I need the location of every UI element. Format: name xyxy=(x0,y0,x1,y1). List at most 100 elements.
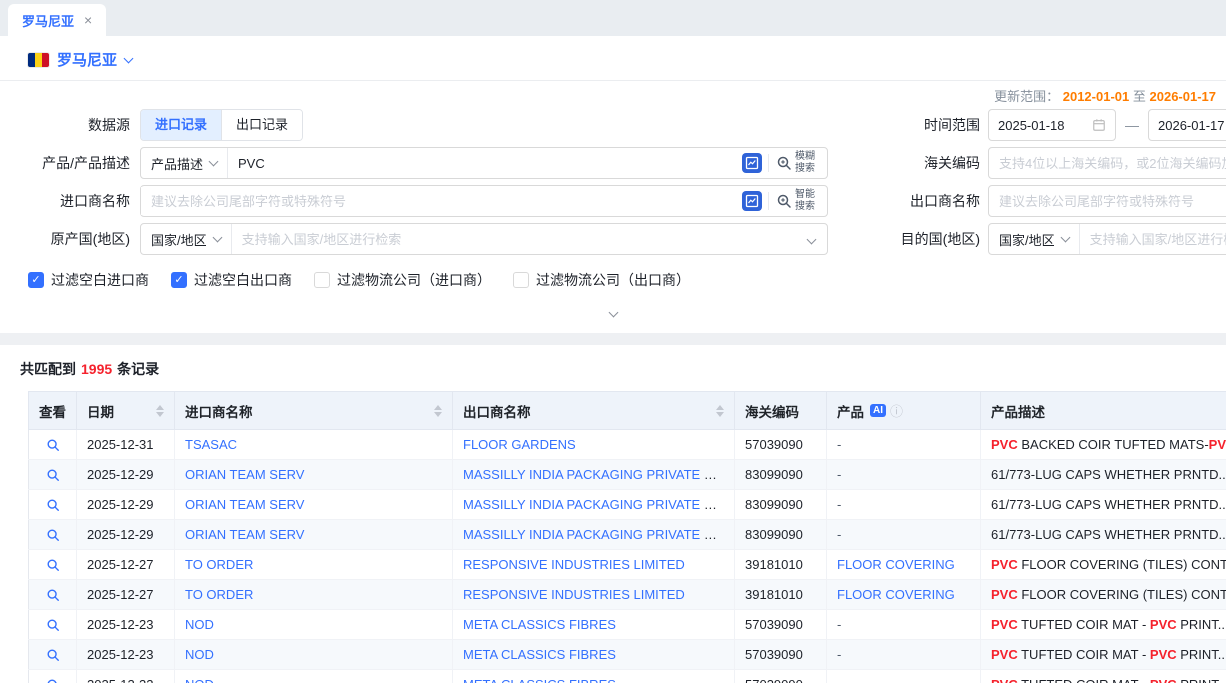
product-value: - xyxy=(837,497,841,512)
update-range: 更新范围： 2012-01-01 至 2026-01-17 xyxy=(0,81,1226,103)
view-record-button[interactable] xyxy=(46,558,60,572)
table-row: 2025-12-23NODMETA CLASSICS FIBRES5703909… xyxy=(29,640,1226,670)
magnifier-icon xyxy=(46,678,60,683)
product-field-select[interactable]: 产品描述 xyxy=(141,148,228,178)
destination-country-label: 目的国(地区) xyxy=(838,229,988,249)
results-table-body: 2025-12-31TSASACFLOOR GARDENS57039090-PV… xyxy=(29,430,1226,683)
importer-link[interactable]: ORIAN TEAM SERV xyxy=(185,527,304,542)
importer-cell: NOD xyxy=(175,610,453,640)
exporter-link[interactable]: MASSILLY INDIA PACKAGING PRIVATE LIMI... xyxy=(463,467,735,482)
importer-link[interactable]: TO ORDER xyxy=(185,557,253,572)
end-date-input[interactable]: 2026-01-17 xyxy=(1148,109,1226,141)
product-cell: - xyxy=(827,490,981,520)
exporter-link[interactable]: FLOOR GARDENS xyxy=(463,437,576,452)
view-record-button[interactable] xyxy=(46,588,60,602)
view-record-button[interactable] xyxy=(46,528,60,542)
view-record-button[interactable] xyxy=(46,498,60,512)
exporter-link[interactable]: RESPONSIVE INDUSTRIES LIMITED xyxy=(463,557,685,572)
view-record-button[interactable] xyxy=(46,468,60,482)
destination-country-input[interactable] xyxy=(1080,225,1226,253)
filter-checkbox[interactable]: ✓过滤空白进口商 xyxy=(28,270,149,290)
date-cell: 2025-12-29 xyxy=(77,490,175,520)
importer-link[interactable]: NOD xyxy=(185,647,214,662)
sort-date-button[interactable] xyxy=(150,405,164,417)
exporter-link[interactable]: MASSILLY INDIA PACKAGING PRIVATE LIMI... xyxy=(463,527,735,542)
product-cell: - xyxy=(827,640,981,670)
product-link[interactable]: FLOOR COVERING xyxy=(837,557,955,572)
destination-country-group: 国家/地区 xyxy=(988,223,1226,255)
smart-search-button[interactable]: 智能搜索 xyxy=(769,189,827,213)
view-record-button[interactable] xyxy=(46,618,60,632)
destination-country-select[interactable]: 国家/地区 xyxy=(989,224,1080,254)
results-table: 查看 日期 进口商名称 出口商名称 海关编码 xyxy=(28,391,1226,683)
update-range-start: 2012-01-01 xyxy=(1063,89,1130,104)
checkbox-checked-icon[interactable]: ✓ xyxy=(171,272,187,288)
results-table-wrap: 查看 日期 进口商名称 出口商名称 海关编码 xyxy=(28,391,1226,683)
collapse-filters-chevron[interactable] xyxy=(592,301,635,321)
exporter-link[interactable]: META CLASSICS FIBRES xyxy=(463,677,616,683)
importer-cell: TO ORDER xyxy=(175,550,453,580)
exporter-link[interactable]: META CLASSICS FIBRES xyxy=(463,647,616,662)
batch-search-icon[interactable] xyxy=(742,191,762,211)
hs-code-cell: 83099090 xyxy=(735,460,827,490)
description-cell: 61/773-LUG CAPS WHETHER PRNTD... xyxy=(981,460,1226,490)
tab-close-icon[interactable]: × xyxy=(84,13,92,27)
exporter-link[interactable]: MASSILLY INDIA PACKAGING PRIVATE LIMI... xyxy=(463,497,735,512)
importer-link[interactable]: TSASAC xyxy=(185,437,237,452)
sort-importer-button[interactable] xyxy=(428,405,442,417)
exporter-name-input[interactable] xyxy=(988,185,1226,217)
column-header-product: 产品 AI ⓘ xyxy=(827,392,981,430)
chevron-down-icon[interactable] xyxy=(807,234,817,244)
column-header-date: 日期 xyxy=(77,392,175,430)
chevron-down-icon[interactable] xyxy=(124,53,134,63)
column-header-exporter: 出口商名称 xyxy=(453,392,735,430)
country-title[interactable]: 罗马尼亚 xyxy=(57,49,117,70)
update-range-label: 更新范围： xyxy=(994,89,1059,104)
importer-link[interactable]: ORIAN TEAM SERV xyxy=(185,467,304,482)
origin-country-select-value: 国家/地区 xyxy=(151,230,207,249)
exporter-link[interactable]: RESPONSIVE INDUSTRIES LIMITED xyxy=(463,587,685,602)
exporter-link[interactable]: META CLASSICS FIBRES xyxy=(463,617,616,632)
origin-country-input[interactable] xyxy=(232,225,804,253)
results-summary: 共匹配到1995条记录 xyxy=(0,359,1226,379)
tab-romania[interactable]: 罗马尼亚 × xyxy=(8,4,106,36)
product-link[interactable]: FLOOR COVERING xyxy=(837,587,955,602)
importer-link[interactable]: NOD xyxy=(185,677,214,683)
data-source-toggle: 进口记录 出口记录 xyxy=(140,109,303,141)
importer-link[interactable]: ORIAN TEAM SERV xyxy=(185,497,304,512)
results-panel: 共匹配到1995条记录 查看 日期 进口商名称 xyxy=(0,345,1226,683)
sort-exporter-button[interactable] xyxy=(710,405,724,417)
view-record-button[interactable] xyxy=(46,678,60,683)
checkbox-unchecked-icon[interactable] xyxy=(513,272,529,288)
start-date-input[interactable]: 2025-01-18 xyxy=(988,109,1116,141)
batch-search-icon[interactable] xyxy=(742,153,762,173)
filter-checkbox[interactable]: 过滤物流公司（进口商） xyxy=(314,270,491,290)
date-cell: 2025-12-23 xyxy=(77,610,175,640)
filter-checkbox[interactable]: ✓过滤空白出口商 xyxy=(171,270,292,290)
fuzzy-search-button[interactable]: 模糊搜索 xyxy=(769,151,827,175)
product-value: - xyxy=(837,617,841,632)
filter-checkbox[interactable]: 过滤物流公司（出口商） xyxy=(513,270,690,290)
origin-country-select[interactable]: 国家/地区 xyxy=(141,224,232,254)
view-record-button[interactable] xyxy=(46,438,60,452)
export-records-button[interactable]: 出口记录 xyxy=(221,110,302,140)
checkbox-unchecked-icon[interactable] xyxy=(314,272,330,288)
exporter-cell: RESPONSIVE INDUSTRIES LIMITED xyxy=(453,580,735,610)
checkbox-label: 过滤物流公司（出口商） xyxy=(536,270,690,290)
update-range-to: 至 xyxy=(1133,89,1146,104)
product-search-input[interactable] xyxy=(228,149,740,177)
import-records-button[interactable]: 进口记录 xyxy=(141,110,221,140)
importer-cell: NOD xyxy=(175,640,453,670)
importer-name-input[interactable] xyxy=(141,187,740,215)
view-record-button[interactable] xyxy=(46,648,60,662)
importer-link[interactable]: NOD xyxy=(185,617,214,632)
fuzzy-search-label: 模糊搜索 xyxy=(795,151,819,175)
hs-code-input[interactable] xyxy=(988,147,1226,179)
description-cell: PVC TUFTED COIR MAT - PVC PRINT... xyxy=(981,640,1226,670)
description-cell: PVC BACKED COIR TUFTED MATS-PVC xyxy=(981,430,1226,460)
info-icon[interactable]: ⓘ xyxy=(890,401,903,420)
exporter-cell: FLOOR GARDENS xyxy=(453,430,735,460)
checkbox-checked-icon[interactable]: ✓ xyxy=(28,272,44,288)
importer-link[interactable]: TO ORDER xyxy=(185,587,253,602)
table-row: 2025-12-29 ORIAN TEAM SERV MASSILLY INDIA … xyxy=(29,490,1226,520)
